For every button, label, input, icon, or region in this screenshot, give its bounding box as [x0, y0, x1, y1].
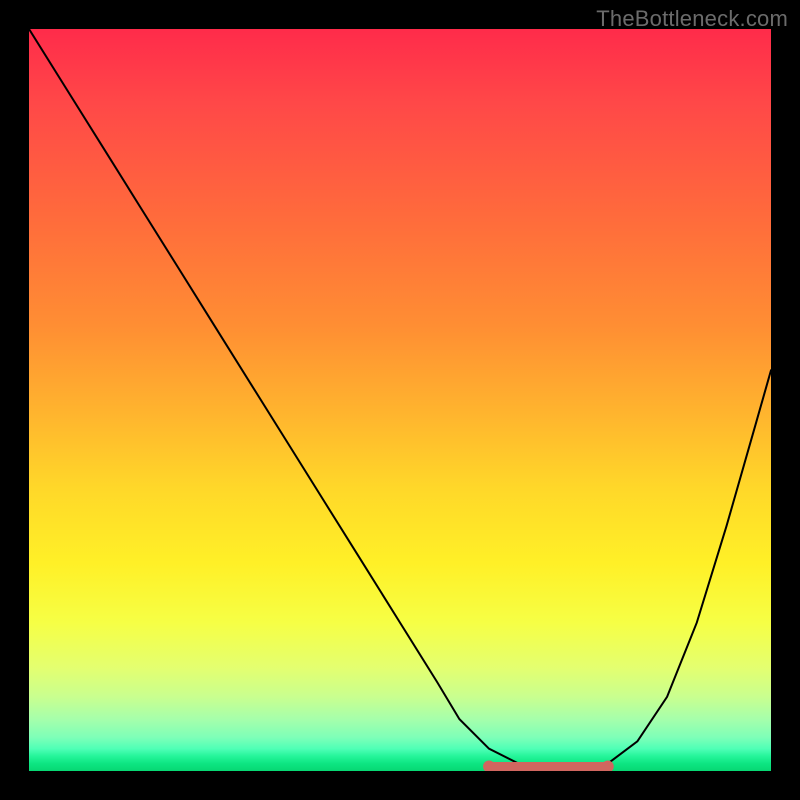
plot-area [29, 29, 771, 771]
chart-stage: TheBottleneck.com [0, 0, 800, 800]
bottleneck-curve-svg [29, 29, 771, 771]
bottleneck-curve [29, 29, 771, 768]
